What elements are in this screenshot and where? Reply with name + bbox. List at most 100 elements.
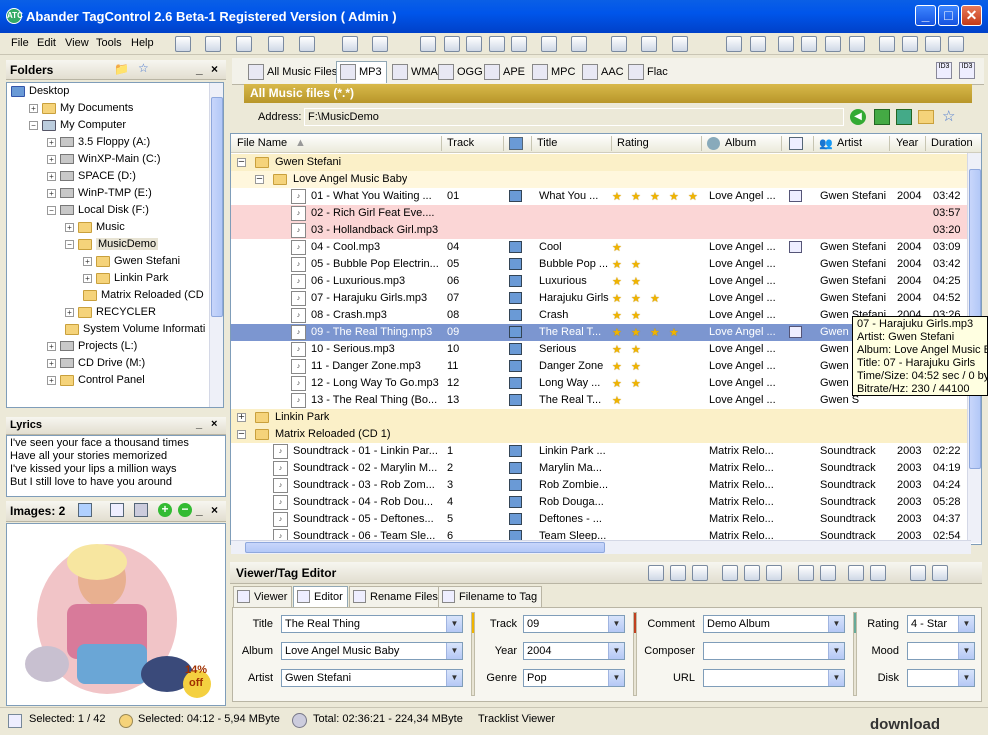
tree-view-icon[interactable]	[825, 36, 841, 52]
image-icon[interactable]	[78, 503, 92, 517]
table-row[interactable]: ♪ 02 - Rich Girl Feat Eve.... 03:57	[231, 205, 971, 222]
tree-item[interactable]: + Control Panel	[47, 374, 145, 391]
tab-editor[interactable]: Editor	[293, 586, 348, 608]
editor-tool-icon[interactable]	[798, 565, 814, 581]
favorites-star-icon[interactable]: ☆	[942, 107, 955, 125]
editor-tool-icon[interactable]	[766, 565, 782, 581]
rating-star-icon[interactable]: ★	[631, 292, 641, 305]
close-button[interactable]: ✕	[961, 5, 982, 26]
format-icon[interactable]	[511, 36, 527, 52]
table-row[interactable]: ♪ 01 - What You Waiting ... 01 What You ...…	[231, 188, 971, 205]
tags-icon[interactable]	[175, 36, 191, 52]
tree-item[interactable]: − Local Disk (F:)	[47, 204, 149, 221]
details-view-icon[interactable]	[801, 36, 817, 52]
tree-scrollbar[interactable]	[209, 83, 223, 407]
editor-tool-icon[interactable]	[820, 565, 836, 581]
rating-star-icon[interactable]: ★	[612, 309, 622, 322]
rating-star-icon[interactable]: ★	[631, 275, 641, 288]
comment-field[interactable]: Demo Album ▼	[703, 615, 845, 633]
list-icon[interactable]	[299, 36, 315, 52]
artist-field[interactable]: Gwen Stefani ▼	[281, 669, 463, 687]
expand-toggle-icon[interactable]: −	[47, 205, 56, 215]
expand-toggle-icon[interactable]: +	[237, 413, 246, 422]
rating-star-icon[interactable]: ★	[650, 326, 660, 339]
close-panel-icon[interactable]: ×	[211, 62, 218, 76]
rating-star-icon[interactable]: ★	[612, 190, 622, 203]
group-row[interactable]: − Matrix Reloaded (CD 1)	[231, 426, 971, 443]
col-track[interactable]: Track	[447, 137, 474, 149]
copy-tags-icon[interactable]	[205, 36, 221, 52]
refresh-icon[interactable]	[874, 109, 890, 125]
rating-star-icon[interactable]: ★	[631, 258, 641, 271]
maximize-button[interactable]: □	[938, 5, 959, 26]
layout-icon[interactable]	[268, 36, 284, 52]
rating-star-icon[interactable]: ★	[612, 292, 622, 305]
rating-star-icon[interactable]: ★	[612, 241, 622, 254]
rating-star-icon[interactable]: ★	[631, 377, 641, 390]
col-rating[interactable]: Rating	[617, 137, 649, 149]
tab-all-music-files[interactable]: All Music Files	[244, 61, 342, 83]
rating-star-icon[interactable]: ★	[631, 326, 641, 339]
table-row[interactable]: ♪ 06 - Luxurious.mp3 06 Luxurious Love Angel…	[231, 273, 971, 290]
tree-item[interactable]: + Music	[65, 221, 125, 238]
rating-star-icon[interactable]: ★	[612, 258, 622, 271]
tree-item[interactable]: + Gwen Stefani	[83, 255, 180, 272]
tree-item[interactable]: + Linkin Park	[83, 272, 168, 289]
tab-aac[interactable]: AAC	[578, 61, 629, 83]
year-field[interactable]: 2004 ▼	[523, 642, 625, 660]
tree-item[interactable]: − MusicDemo	[65, 238, 159, 255]
tree-item[interactable]: System Volume Informati	[65, 323, 205, 340]
editor-tool-icon[interactable]	[722, 565, 738, 581]
expand-toggle-icon[interactable]: +	[47, 171, 56, 181]
rating-star-icon[interactable]: ★	[631, 190, 641, 203]
tab-ape[interactable]: APE	[480, 61, 530, 83]
col-file-name[interactable]: File Name	[237, 137, 287, 149]
col-album[interactable]: Album	[725, 137, 756, 149]
tree-item[interactable]: + My Documents	[29, 102, 133, 119]
settings-icon[interactable]	[726, 36, 742, 52]
panel4-icon[interactable]	[948, 36, 964, 52]
tag-tools-icon[interactable]	[372, 36, 388, 52]
expand-toggle-icon[interactable]: +	[47, 137, 56, 147]
editor-tool-icon[interactable]	[670, 565, 686, 581]
add-icon[interactable]: +	[158, 503, 172, 517]
group-row[interactable]: − Love Angel Music Baby	[231, 171, 971, 188]
tab-flac[interactable]: Flac	[624, 61, 673, 83]
editor-tool-icon[interactable]	[648, 565, 664, 581]
rating-star-icon[interactable]: ★	[631, 343, 641, 356]
expand-toggle-icon[interactable]: +	[83, 256, 92, 266]
cover-column-icon[interactable]	[509, 137, 523, 150]
expand-toggle-icon[interactable]: +	[47, 188, 56, 198]
tree-item[interactable]: + SPACE (D:)	[47, 170, 136, 187]
splitter[interactable]	[853, 612, 857, 696]
tree-item[interactable]: + WinP-TMP (E:)	[47, 187, 152, 204]
back-icon[interactable]: ◀	[850, 109, 866, 125]
col-duration[interactable]: Duration	[931, 137, 973, 149]
rating-star-icon[interactable]: ★	[631, 360, 641, 373]
expand-toggle-icon[interactable]: +	[47, 154, 56, 164]
id3v1-icon[interactable]: ID3	[936, 62, 952, 79]
col-title[interactable]: Title	[537, 137, 557, 149]
table-row[interactable]: ♪ 07 - Harajuku Girls.mp3 07 Harajuku Girls…	[231, 290, 971, 307]
expand-toggle-icon[interactable]: −	[255, 175, 264, 184]
track-field[interactable]: 09 ▼	[523, 615, 625, 633]
tree-item[interactable]: + Projects (L:)	[47, 340, 137, 357]
splitter[interactable]	[633, 612, 637, 696]
grid-hscrollbar[interactable]	[231, 540, 971, 554]
minimize-panel-icon[interactable]: _	[196, 503, 203, 517]
title-field[interactable]: The Real Thing ▼	[281, 615, 463, 633]
expand-toggle-icon[interactable]: +	[65, 307, 74, 317]
table-row[interactable]: ♪ 04 - Cool.mp3 04 Cool Love Angel ... Gwen S…	[231, 239, 971, 256]
save-icon[interactable]	[134, 503, 148, 517]
image-icon[interactable]	[444, 36, 460, 52]
expand-toggle-icon[interactable]: +	[47, 375, 56, 385]
expand-toggle-icon[interactable]: −	[237, 158, 246, 167]
sync-icon[interactable]	[896, 109, 912, 125]
rating-star-icon[interactable]: ★	[612, 275, 622, 288]
editor-tool-icon[interactable]	[744, 565, 760, 581]
tab-mpc[interactable]: MPC	[528, 61, 580, 83]
url-field[interactable]: ▼	[703, 669, 845, 687]
close-panel-icon[interactable]: ×	[211, 503, 218, 517]
hscroll-thumb[interactable]	[245, 542, 605, 553]
remove-icon[interactable]: −	[178, 503, 192, 517]
